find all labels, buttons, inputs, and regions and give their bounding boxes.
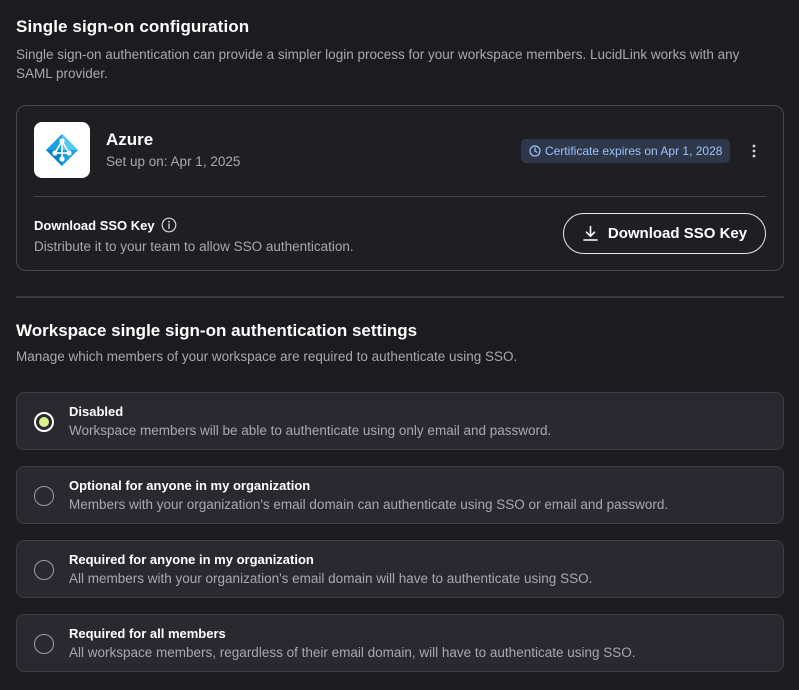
- sso-settings-page: Single sign-on configuration Single sign…: [0, 0, 799, 690]
- auth-settings-title: Workspace single sign-on authentication …: [16, 321, 418, 340]
- option-title: Disabled: [69, 404, 124, 419]
- radio-button[interactable]: [34, 634, 54, 654]
- option-optional-organization[interactable]: Optional for anyone in my organization M…: [16, 466, 784, 524]
- option-description: Workspace members will be able to authen…: [69, 423, 552, 438]
- provider-setup-date: Set up on: Apr 1, 2025: [106, 154, 241, 169]
- radio-button-selected[interactable]: [34, 412, 54, 432]
- option-description: All members with your organization's ema…: [69, 571, 593, 586]
- option-required-organization[interactable]: Required for anyone in my organization A…: [16, 540, 784, 598]
- option-required-all-members[interactable]: Required for all members All workspace m…: [16, 614, 784, 672]
- option-description: Members with your organization's email d…: [69, 497, 669, 512]
- option-description: All workspace members, regardless of the…: [69, 645, 636, 660]
- download-sso-key-label: Download SSO Key: [607, 225, 748, 242]
- section-divider: [16, 296, 784, 298]
- azure-ad-icon: [46, 134, 78, 166]
- more-vertical-icon: [752, 144, 756, 158]
- sso-section-title: Single sign-on configuration: [16, 17, 250, 36]
- download-key-description: Distribute it to your team to allow SSO …: [34, 239, 354, 254]
- radio-button[interactable]: [34, 560, 54, 580]
- clock-icon: [529, 145, 541, 157]
- download-key-title: Download SSO Key: [34, 217, 155, 233]
- radio-button[interactable]: [34, 486, 54, 506]
- auth-settings-description: Manage which members of your workspace a…: [16, 349, 518, 364]
- certificate-expiry-badge: Certificate expires on Apr 1, 2028: [521, 139, 731, 163]
- download-sso-key-button[interactable]: Download SSO Key: [563, 213, 766, 254]
- option-title: Optional for anyone in my organization: [69, 478, 311, 493]
- card-divider: [34, 196, 766, 197]
- download-icon: [583, 225, 598, 241]
- download-key-heading: Download SSO Key: [34, 217, 177, 233]
- more-options-button[interactable]: [746, 141, 762, 161]
- option-disabled[interactable]: Disabled Workspace members will be able …: [16, 392, 784, 450]
- info-icon[interactable]: [161, 217, 177, 233]
- option-title: Required for all members: [69, 626, 226, 641]
- certificate-expiry-text: Certificate expires on Apr 1, 2028: [545, 144, 723, 158]
- provider-name: Azure: [106, 130, 154, 149]
- sso-provider-card: Azure Set up on: Apr 1, 2025 Certificate…: [16, 105, 784, 271]
- option-title: Required for anyone in my organization: [69, 552, 314, 567]
- provider-logo: [34, 122, 90, 178]
- sso-section-description: Single sign-on authentication can provid…: [16, 47, 740, 81]
